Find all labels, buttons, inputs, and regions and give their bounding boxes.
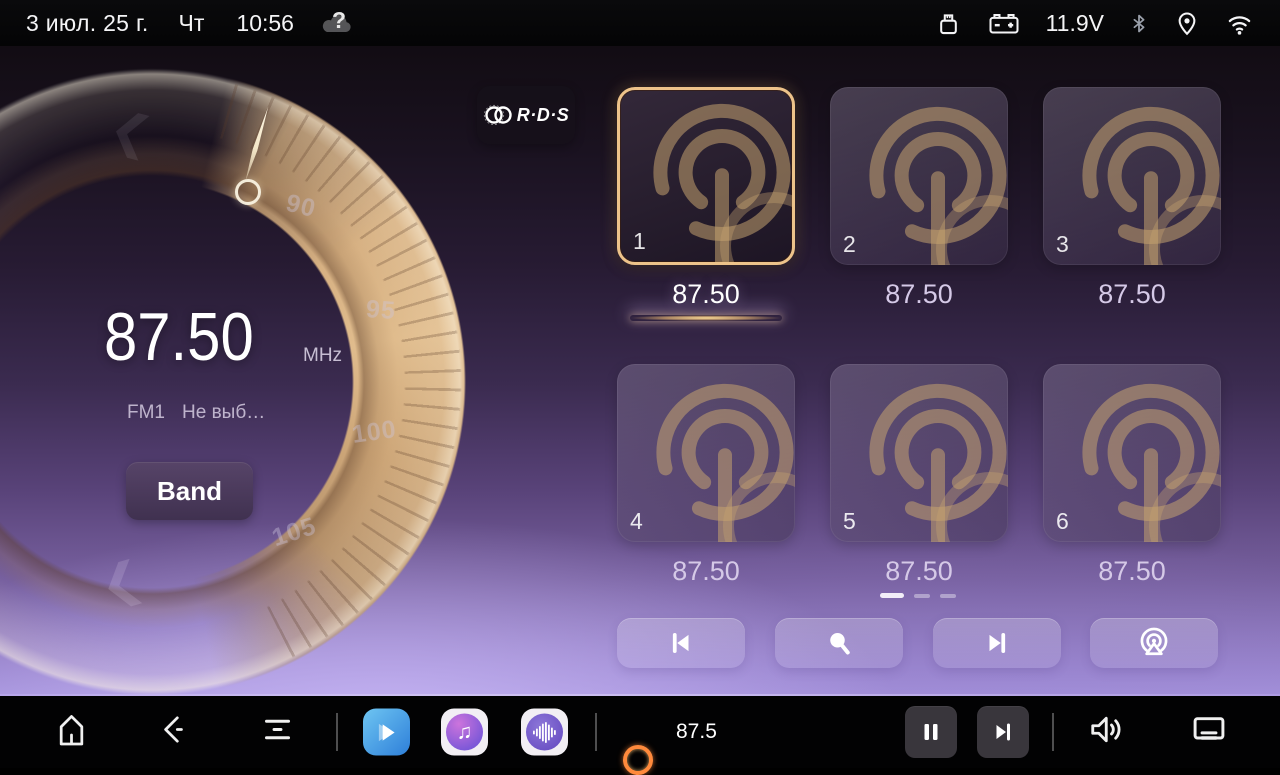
preset-frequency: 87.50 <box>1043 279 1221 310</box>
preset-pagination <box>617 593 1219 598</box>
station-name: Не выб… <box>182 402 265 424</box>
antenna-icon <box>1067 374 1221 542</box>
preset-number: 3 <box>1056 231 1069 258</box>
preset-cell: 4 87.50 <box>617 364 795 587</box>
home-button[interactable] <box>55 712 88 753</box>
music-app-circle: ♫ <box>446 714 483 751</box>
equalizer-app-button[interactable] <box>521 709 568 756</box>
status-bar: 3 июл. 25 г. Чт 10:56 ? 11.9V <box>0 0 1280 46</box>
scan-search-button[interactable] <box>775 618 903 668</box>
preset-tile-2[interactable]: 2 <box>830 87 1008 265</box>
weather-question-label: ? <box>332 7 346 34</box>
preset-number: 6 <box>1056 508 1069 535</box>
bluetooth-icon <box>1129 10 1149 37</box>
location-icon <box>1174 10 1200 37</box>
pause-button[interactable] <box>905 706 957 758</box>
preset-tile-1[interactable]: 1 <box>617 87 795 265</box>
video-app-button[interactable] <box>363 709 410 756</box>
volume-button[interactable] <box>1087 712 1127 753</box>
status-date: 3 июл. 25 г. <box>26 10 149 37</box>
search-icon <box>824 628 854 658</box>
preset-number: 1 <box>633 228 646 255</box>
band-label: FM1 <box>127 402 165 424</box>
radio-screen: 90 95 100 105 ❮ ❮ 87.50 MHz FM1 Не выб… … <box>0 46 1280 696</box>
preset-number: 4 <box>630 508 643 535</box>
bottom-nav-bar: ♫ 87.5 <box>0 696 1280 768</box>
preset-frequency: 87.50 <box>617 279 795 310</box>
seek-next-button[interactable] <box>933 618 1061 668</box>
preset-frequency: 87.50 <box>617 556 795 587</box>
play-icon <box>374 719 400 745</box>
pagination-dot-1[interactable] <box>880 593 904 598</box>
skip-next-icon <box>982 628 1012 658</box>
preset-frequency: 87.50 <box>830 279 1008 310</box>
skip-next-icon <box>991 720 1015 744</box>
preset-cell: 6 87.50 <box>1043 364 1221 587</box>
home-icon <box>55 712 88 748</box>
preset-grid: 1 87.50 2 87.50 <box>617 87 1221 587</box>
nav-divider <box>336 713 338 751</box>
preset-tile-6[interactable]: 6 <box>1043 364 1221 542</box>
band-button[interactable]: Band <box>126 462 253 520</box>
equalizer-app-circle <box>526 714 563 751</box>
menu-lines-icon <box>261 712 294 748</box>
preset-tile-5[interactable]: 5 <box>830 364 1008 542</box>
seek-previous-button[interactable] <box>617 618 745 668</box>
preset-cell: 2 87.50 <box>830 87 1008 321</box>
rds-label: R·D·S <box>517 105 570 126</box>
antenna-icon <box>854 97 1008 265</box>
nav-divider <box>1052 713 1054 751</box>
pagination-dot-3[interactable] <box>940 594 956 598</box>
weather-icon[interactable]: ? <box>320 6 360 40</box>
waveform-icon <box>532 720 558 744</box>
now-playing-frequency: 87.5 <box>676 720 717 744</box>
band-button-label: Band <box>157 476 222 507</box>
preset-number: 2 <box>843 231 856 258</box>
preset-cell: 3 87.50 <box>1043 87 1221 321</box>
pause-icon <box>919 720 943 744</box>
nav-divider <box>595 713 597 751</box>
car-battery-icon <box>987 10 1021 37</box>
preset-frequency: 87.50 <box>830 556 1008 587</box>
selected-preset-underline <box>630 315 782 321</box>
rds-rings-icon <box>483 102 515 128</box>
dial-needle-hub <box>235 179 261 205</box>
pagination-dot-2[interactable] <box>914 594 930 598</box>
station-list-button[interactable] <box>1090 618 1218 668</box>
preset-number: 5 <box>843 508 856 535</box>
tuning-dial <box>0 67 467 696</box>
usb-icon <box>935 10 962 37</box>
preset-cell: 1 87.50 <box>617 87 795 321</box>
antenna-icon <box>854 374 1008 542</box>
back-button[interactable] <box>156 712 189 753</box>
screen-off-button[interactable] <box>1190 713 1228 752</box>
wifi-icon <box>1225 11 1254 36</box>
preset-tile-4[interactable]: 4 <box>617 364 795 542</box>
battery-voltage: 11.9V <box>1046 10 1104 37</box>
skip-previous-icon <box>666 628 696 658</box>
preset-frequency: 87.50 <box>1043 556 1221 587</box>
antenna-icon <box>641 374 795 542</box>
current-frequency: 87.50 <box>104 298 254 376</box>
rds-indicator: R·D·S <box>477 86 575 144</box>
music-app-button[interactable]: ♫ <box>441 709 488 756</box>
preset-tile-3[interactable]: 3 <box>1043 87 1221 265</box>
status-clock: 10:56 <box>236 10 294 37</box>
next-track-button[interactable] <box>977 706 1029 758</box>
volume-icon <box>1087 712 1127 748</box>
dial-label-100: 100 <box>350 415 398 450</box>
back-icon <box>156 712 189 748</box>
display-icon <box>1190 713 1228 747</box>
status-weekday: Чт <box>179 10 205 37</box>
menu-button[interactable] <box>261 712 294 753</box>
broadcast-station-icon <box>1137 626 1171 660</box>
band-status-line: FM1 Не выб… <box>127 402 265 424</box>
antenna-icon <box>1067 97 1221 265</box>
preset-cell: 5 87.50 <box>830 364 1008 587</box>
frequency-unit: MHz <box>303 345 342 367</box>
music-note-icon: ♫ <box>457 722 473 743</box>
antenna-icon <box>638 94 795 265</box>
dial-label-95: 95 <box>365 295 397 326</box>
